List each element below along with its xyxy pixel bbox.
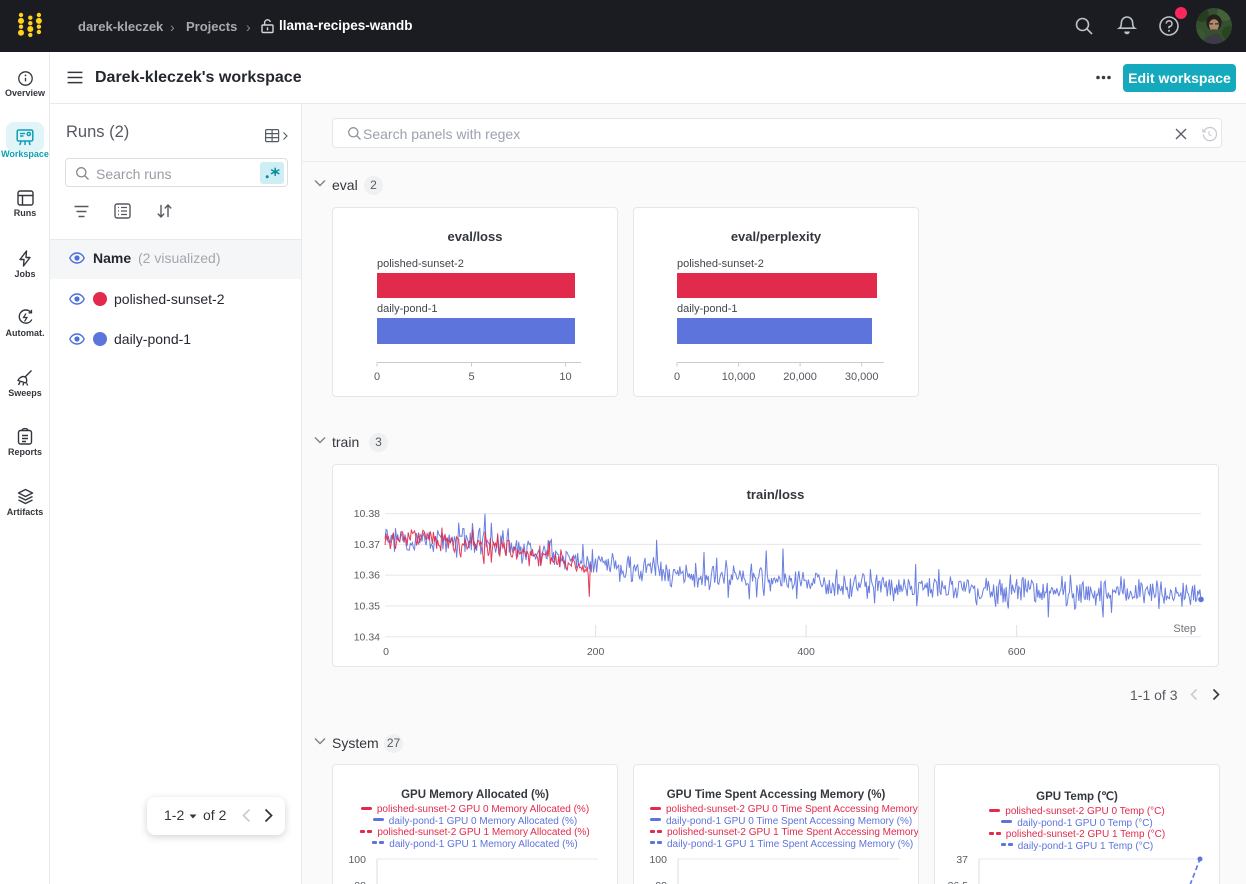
svg-text:100: 100 — [348, 854, 366, 866]
svg-text:10,000: 10,000 — [722, 371, 756, 383]
svg-text:0: 0 — [383, 646, 389, 658]
svg-text:400: 400 — [797, 646, 815, 658]
svg-text:37: 37 — [956, 854, 968, 866]
svg-text:200: 200 — [587, 646, 605, 658]
svg-text:polished-sunset-2: polished-sunset-2 — [677, 258, 764, 270]
svg-text:daily-pond-1: daily-pond-1 — [677, 303, 738, 315]
svg-text:100: 100 — [649, 854, 667, 866]
svg-text:Step: Step — [1173, 623, 1196, 635]
svg-text:10.38: 10.38 — [354, 508, 380, 520]
svg-text:98: 98 — [655, 880, 667, 884]
svg-text:10.35: 10.35 — [354, 601, 380, 613]
svg-text:10.37: 10.37 — [354, 539, 380, 551]
svg-text:36.5: 36.5 — [948, 880, 969, 884]
svg-text:daily-pond-1: daily-pond-1 — [377, 303, 438, 315]
svg-text:polished-sunset-2: polished-sunset-2 — [377, 258, 464, 270]
svg-text:10.36: 10.36 — [354, 570, 380, 582]
svg-text:98: 98 — [354, 880, 366, 884]
svg-text:20,000: 20,000 — [783, 371, 817, 383]
svg-text:30,000: 30,000 — [845, 371, 879, 383]
svg-text:0: 0 — [674, 371, 680, 383]
svg-text:600: 600 — [1008, 646, 1026, 658]
svg-text:5: 5 — [468, 371, 474, 383]
svg-text:10: 10 — [559, 371, 571, 383]
svg-text:10.34: 10.34 — [354, 631, 380, 643]
svg-text:0: 0 — [374, 371, 380, 383]
